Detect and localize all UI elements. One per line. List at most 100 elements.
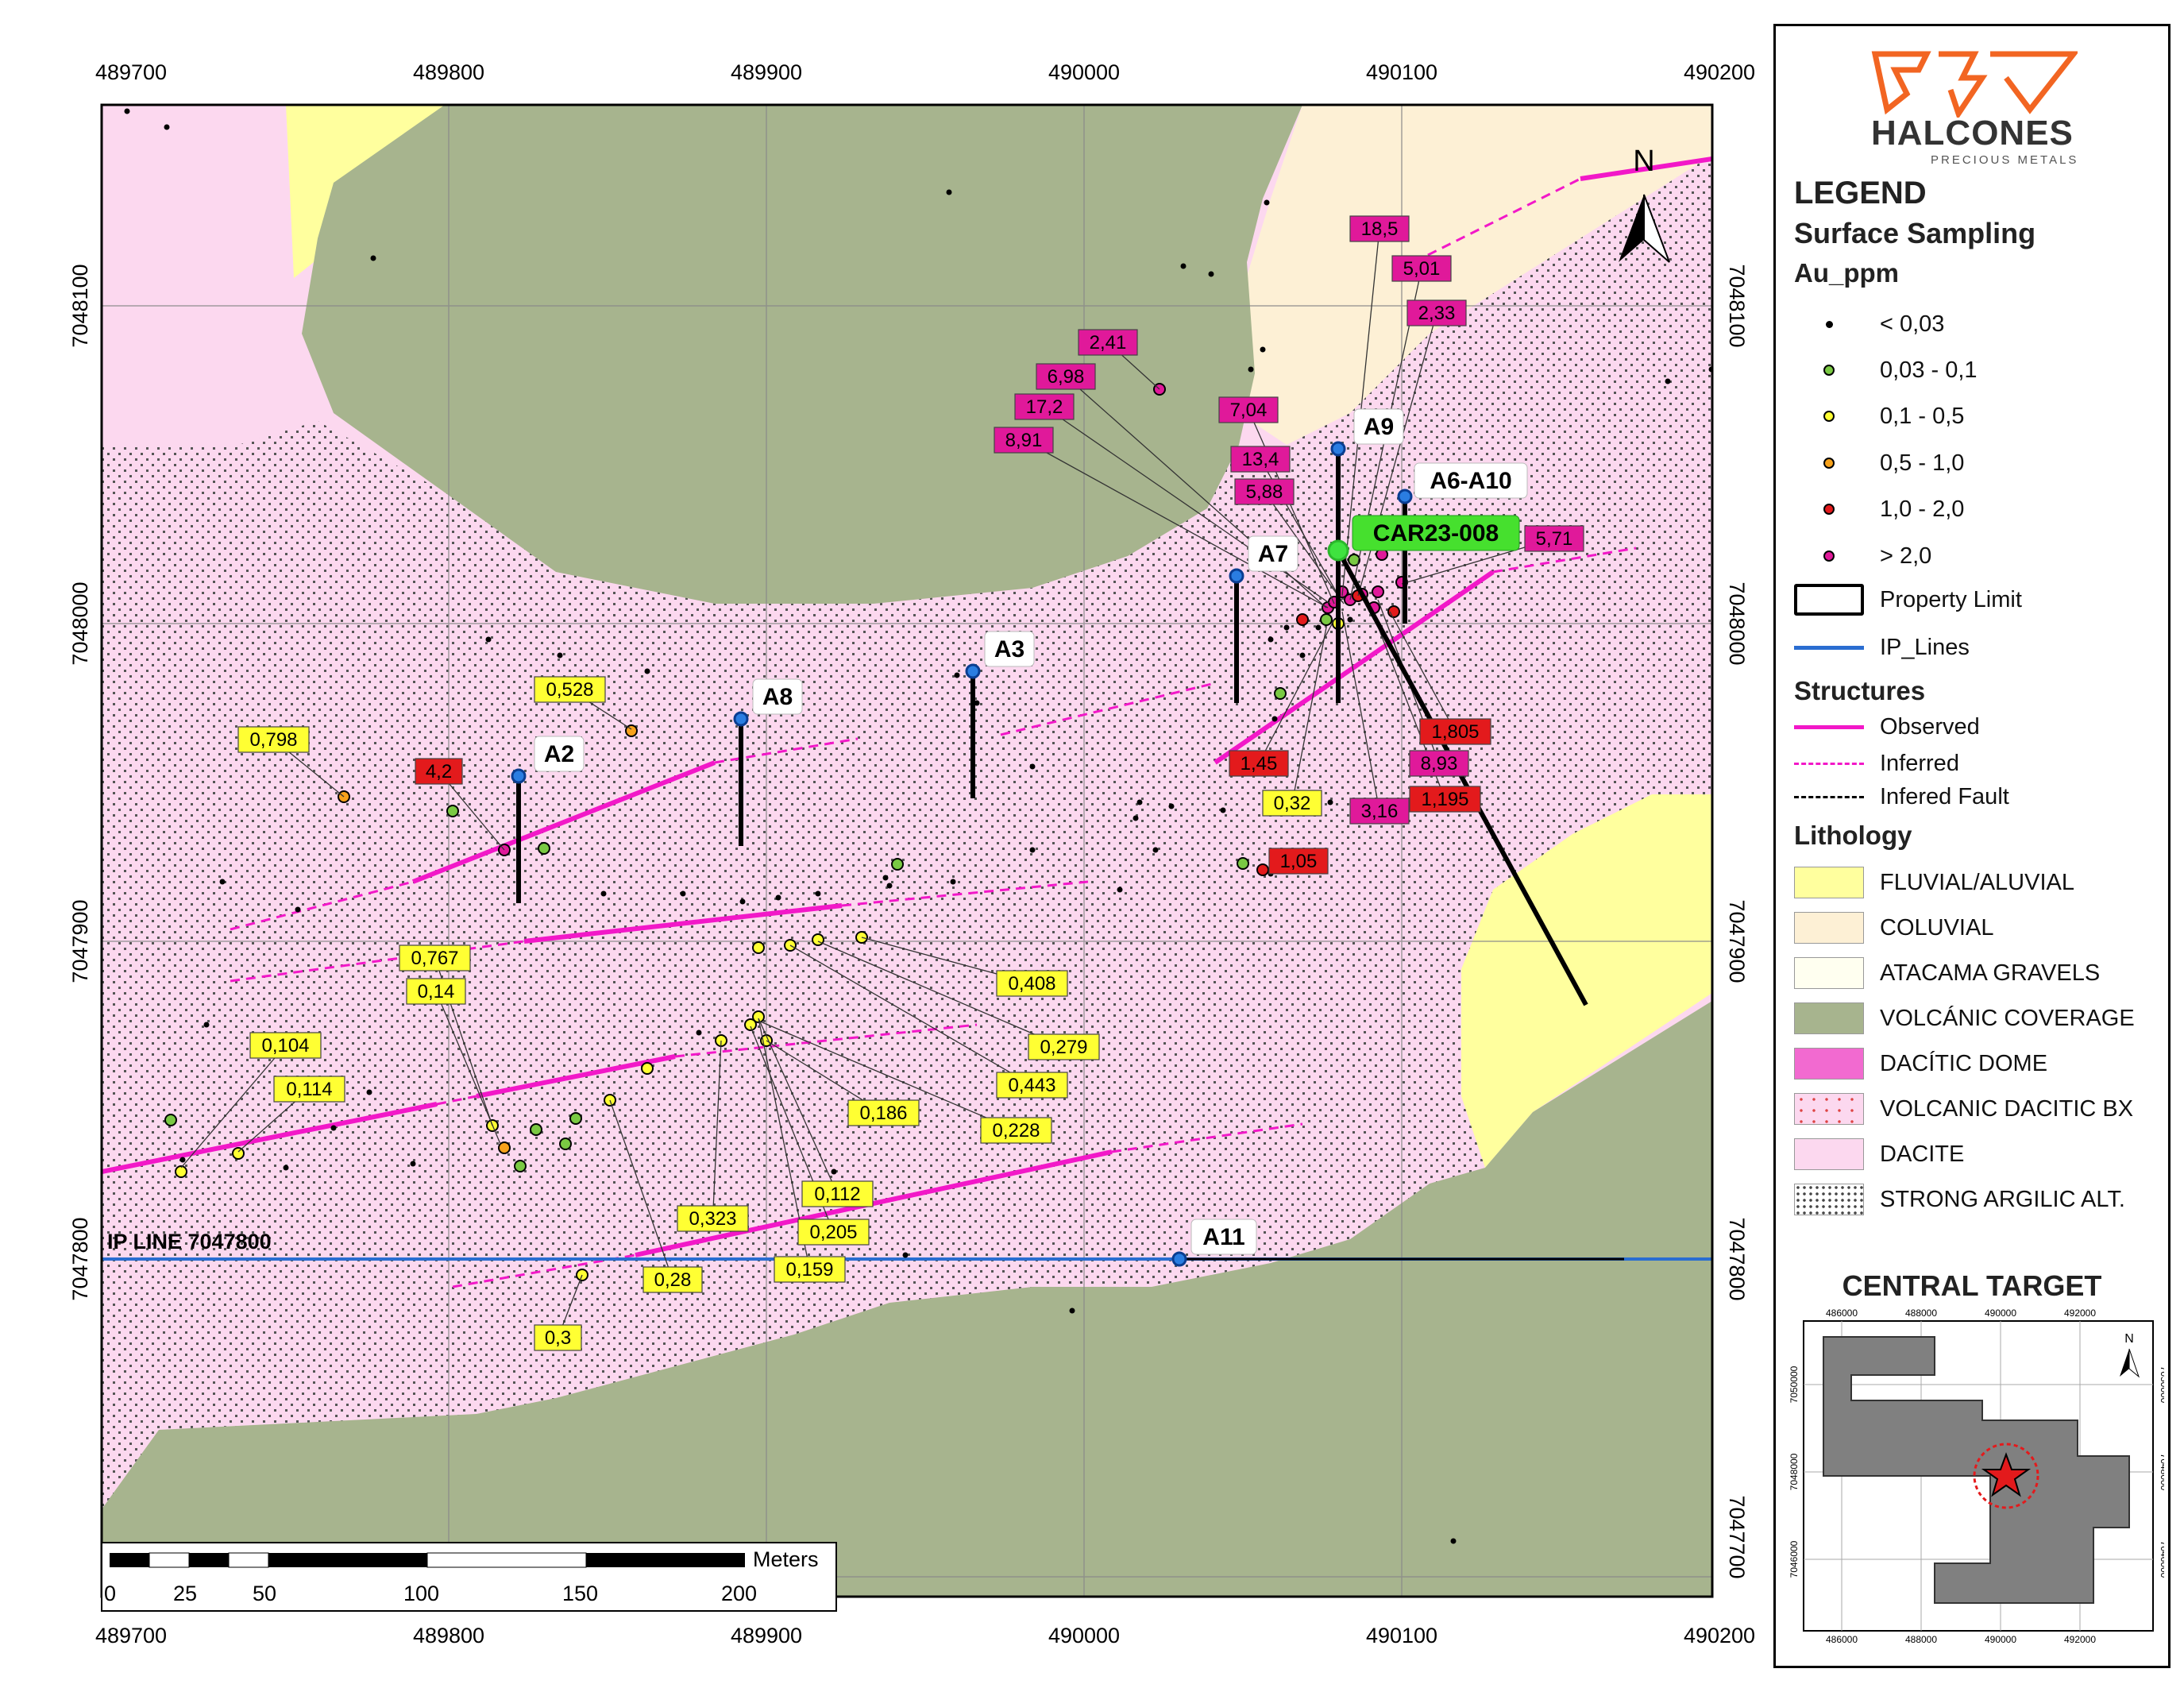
sample-point-icon <box>1069 1308 1075 1314</box>
sample-point-icon <box>538 842 550 855</box>
svg-text:7047700: 7047700 <box>1725 1495 1749 1578</box>
legend-lithology-item: ATACAMA GRAVELS <box>1794 957 2100 989</box>
drillhole-collar-icon <box>965 663 981 679</box>
sample-label: 0,279 <box>1040 1037 1087 1058</box>
sample-label: 0,528 <box>546 679 593 701</box>
inset-x-ticks-top: 486000 488000 490000 492000 <box>1826 1308 2096 1319</box>
svg-text:489900: 489900 <box>731 1624 802 1647</box>
svg-text:7050000: 7050000 <box>1788 1365 1800 1403</box>
sample-label: 0,408 <box>1008 973 1055 995</box>
sample-label: 0,443 <box>1008 1075 1055 1096</box>
lithology-layer: A2 A8 A3 A7 A9 A6-A10 CAR23-008 A11 18,55,01 2,3… <box>102 105 1712 1597</box>
drillhole-label: A7 <box>1258 541 1288 567</box>
legend-lithology-item: VOLCÁNIC COVERAGE <box>1794 1002 2135 1034</box>
drillhole-collar-icon <box>511 768 527 784</box>
svg-text:7047800: 7047800 <box>1725 1217 1749 1300</box>
au-class-dot-icon <box>1823 365 1835 376</box>
au-class-dot-icon <box>1823 458 1835 469</box>
sample-point-icon <box>1347 616 1353 623</box>
inset-x-ticks-bottom: 486000 488000 490000 492000 <box>1826 1634 2096 1645</box>
lithology-swatch <box>1794 1138 1864 1170</box>
sample-label: 0,798 <box>249 729 297 751</box>
geology-map: A2 A8 A3 A7 A9 A6-A10 CAR23-008 A11 18,55,01 2,3… <box>68 60 1755 1647</box>
sample-point-icon <box>283 1165 289 1171</box>
legend-title: LEGEND <box>1794 176 1927 211</box>
svg-text:490200: 490200 <box>1684 60 1755 84</box>
legend-au-class: 0,5 - 1,0 <box>1794 447 1964 479</box>
au-heading: Au_ppm <box>1794 258 1899 288</box>
svg-text:490000: 490000 <box>1048 1624 1120 1647</box>
drillhole-label: A2 <box>544 741 574 767</box>
sample-point-icon <box>1136 799 1143 805</box>
sample-point-icon <box>1029 847 1036 853</box>
sample-point-icon <box>559 1138 572 1150</box>
halcones-logo <box>1871 51 2078 118</box>
svg-text:7046000: 7046000 <box>2159 1541 2164 1578</box>
au-class-dot-icon <box>1823 411 1835 422</box>
sample-label: 13,4 <box>1242 449 1279 470</box>
sample-point-icon <box>1168 803 1175 809</box>
svg-text:490000: 490000 <box>1985 1308 2016 1319</box>
x-ticks-bottom: 489700 489800 489900 490000 490100 49020… <box>95 1624 1755 1647</box>
svg-text:7048000: 7048000 <box>68 581 92 665</box>
sample-point-icon <box>1315 624 1322 631</box>
lithology-swatch <box>1794 912 1864 944</box>
scale-label-25: 25 <box>173 1582 197 1605</box>
sample-point-icon <box>557 652 563 659</box>
sample-label: 0,114 <box>286 1079 332 1100</box>
sample-label: 17,2 <box>1026 396 1063 418</box>
sample-label: 0,104 <box>261 1035 309 1056</box>
au-class-dot-icon <box>1823 504 1835 515</box>
sample-point-icon <box>882 875 889 881</box>
sample-label: 5,01 <box>1403 258 1441 280</box>
legend-au-class: < 0,03 <box>1794 308 1944 340</box>
structures-heading: Structures <box>1794 676 1926 705</box>
sample-label: 1,05 <box>1280 851 1318 872</box>
sample-point-icon <box>1372 585 1384 598</box>
lithology-swatch <box>1794 1002 1864 1034</box>
svg-text:486000: 486000 <box>1826 1308 1858 1319</box>
svg-text:489800: 489800 <box>413 1624 484 1647</box>
scale-label-150: 150 <box>562 1582 598 1605</box>
ip-line-label: IP LINE 7047800 <box>107 1230 272 1253</box>
sample-label: 1,805 <box>1431 721 1479 743</box>
sample-point-icon <box>950 879 956 885</box>
legend-lithology-item: FLUVIAL/ALUVIAL <box>1794 867 2074 898</box>
legend-subtitle: Surface Sampling <box>1794 217 2036 249</box>
sample-point-icon <box>1237 857 1249 870</box>
svg-text:490100: 490100 <box>1366 60 1437 84</box>
sample-point-icon <box>498 1141 511 1154</box>
sample-point-icon <box>514 1160 527 1172</box>
sample-point-icon <box>370 255 376 261</box>
svg-text:490000: 490000 <box>1048 60 1120 84</box>
sample-label: 0,767 <box>411 948 458 969</box>
drillhole-collar-icon <box>1229 568 1244 584</box>
central-target-inset: N 486000 488000 490000 492000 486000 488… <box>1788 1308 2164 1645</box>
lithology-swatch <box>1794 1093 1864 1125</box>
legend-au-class: 0,03 - 0,1 <box>1794 354 1978 386</box>
legend-au-class: 1,0 - 2,0 <box>1794 493 1964 525</box>
drillhole-label: A3 <box>994 636 1024 662</box>
sample-point-icon <box>164 1114 177 1126</box>
sample-point-icon <box>1320 613 1333 626</box>
legend-panel: HALCONES PRECIOUS METALS LEGEND Surface … <box>1773 24 2170 1668</box>
sample-point-icon <box>752 941 765 954</box>
x-ticks-top: 489700 489800 489900 490000 490100 49020… <box>95 60 1755 84</box>
inset-north-label: N <box>2124 1332 2134 1346</box>
sample-label: 7,04 <box>1230 400 1268 421</box>
sample-label: 0,228 <box>992 1120 1040 1141</box>
sample-point-icon <box>696 1029 702 1036</box>
svg-text:490000: 490000 <box>1985 1634 2016 1645</box>
y-ticks-left: 7048100 7048000 7047900 7047800 <box>68 264 92 1300</box>
scale-label-100: 100 <box>403 1582 439 1605</box>
legend-lithology-item: DACÍTIC DOME <box>1794 1048 2047 1080</box>
sample-point-icon <box>902 1252 909 1258</box>
drillhole-label: A9 <box>1364 414 1394 440</box>
sample-label: 8,91 <box>1005 430 1043 451</box>
y-ticks-right: 7048100 7048000 7047900 7047800 7047700 <box>1725 264 1749 1578</box>
legend-lithology-item: COLUVIAL <box>1794 912 1993 944</box>
svg-text:7048000: 7048000 <box>1725 581 1749 665</box>
legend-property-limit: Property Limit <box>1794 584 2022 616</box>
sample-point-icon <box>815 890 821 897</box>
drillhole-label: A8 <box>762 684 793 710</box>
